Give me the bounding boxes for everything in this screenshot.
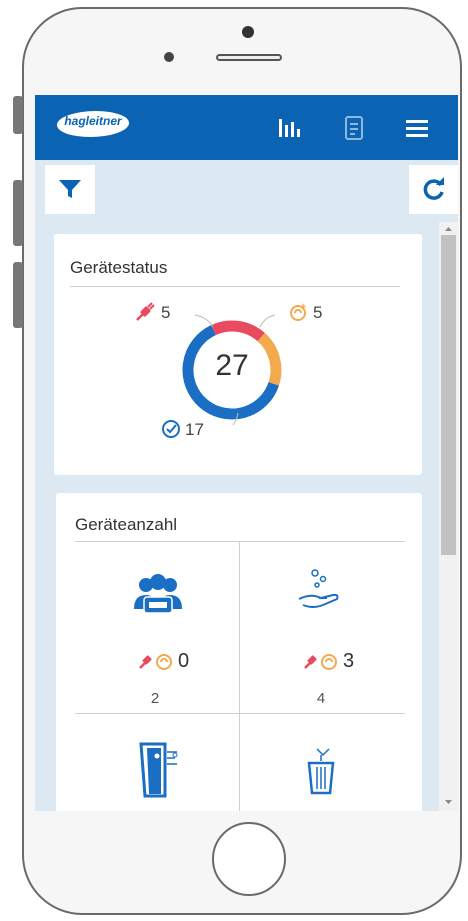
alert-icons bbox=[304, 654, 337, 670]
error-plug-icon bbox=[136, 302, 155, 321]
device-status-title: Gerätestatus bbox=[70, 258, 168, 277]
front-sensor bbox=[242, 26, 254, 38]
refresh-button[interactable] bbox=[409, 165, 458, 214]
paper-dispenser-icon bbox=[139, 742, 178, 798]
app-screen: hagleitner Gerätestatus 27 5 5 17 Geräte… bbox=[35, 95, 458, 811]
filter-icon bbox=[59, 180, 81, 198]
alert-icons bbox=[139, 654, 172, 670]
users-device-icon bbox=[134, 574, 182, 614]
hand-soap-icon bbox=[298, 569, 339, 608]
menu-icon[interactable] bbox=[404, 115, 430, 141]
toolbar bbox=[35, 160, 458, 215]
brand-logo-text: hagleitner bbox=[64, 114, 122, 128]
device-category-tile-users[interactable] bbox=[75, 542, 239, 713]
scroll-down-arrow-icon[interactable] bbox=[439, 795, 458, 809]
device-count-title: Geräteanzahl bbox=[75, 515, 178, 534]
ok-count: 17 bbox=[185, 420, 204, 439]
error-count: 5 bbox=[161, 303, 171, 322]
warning-service-icon bbox=[290, 303, 306, 321]
scroll-up-arrow-icon[interactable] bbox=[439, 222, 458, 236]
front-camera bbox=[164, 52, 174, 62]
volume-down-button bbox=[13, 262, 23, 328]
device-count: 4 bbox=[316, 690, 326, 707]
waste-bin-icon bbox=[307, 748, 335, 795]
refresh-icon bbox=[423, 177, 444, 200]
device-count: 2 bbox=[150, 690, 160, 707]
alert-count: 0 bbox=[178, 650, 190, 672]
ok-check-icon bbox=[162, 420, 180, 438]
volume-up-button bbox=[13, 180, 23, 246]
warning-count: 5 bbox=[313, 303, 323, 322]
home-button[interactable] bbox=[212, 822, 286, 896]
alert-count: 3 bbox=[343, 650, 355, 672]
filter-button[interactable] bbox=[45, 165, 95, 214]
earpiece-speaker bbox=[216, 54, 282, 61]
mute-switch bbox=[13, 96, 23, 134]
app-header: hagleitner bbox=[35, 95, 458, 160]
report-icon[interactable] bbox=[341, 115, 367, 141]
scrollbar-thumb[interactable] bbox=[441, 235, 456, 555]
device-status-divider bbox=[70, 286, 400, 287]
bar-chart-icon[interactable] bbox=[277, 115, 303, 141]
